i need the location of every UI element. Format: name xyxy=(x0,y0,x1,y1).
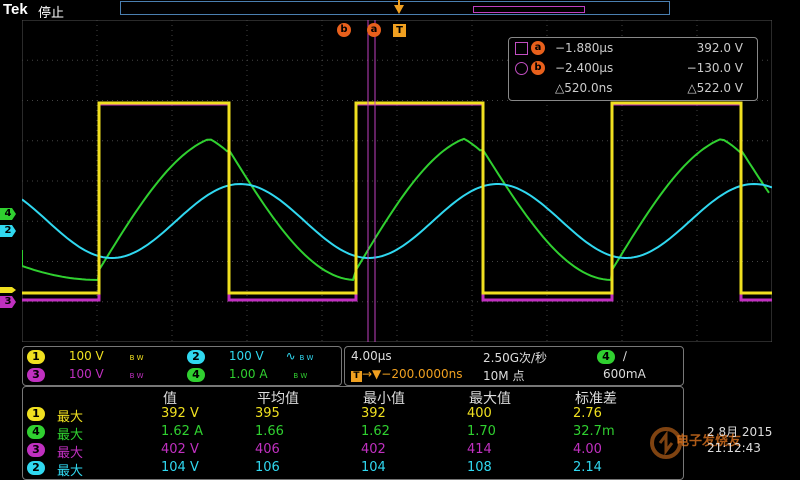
meas-cell: 402 xyxy=(361,442,386,457)
meas-cell: 4.00 xyxy=(573,442,602,457)
meas-label: 最大 xyxy=(57,446,84,461)
meas-ch-badge: 1 xyxy=(27,407,45,421)
ac-coupling-icon: ∿ xyxy=(285,349,296,363)
meas-cell: 395 xyxy=(255,406,280,421)
ch4-setting[interactable]: 4 1.00 A B W xyxy=(187,367,307,382)
cursor-delta-value: △522.0 V xyxy=(687,81,743,95)
cursor-a-badge: a xyxy=(531,41,545,55)
meas-cell: 402 V xyxy=(161,442,199,457)
ch2-scale: 100 V xyxy=(228,349,264,363)
cursor-delta-row: △520.0ns △522.0 V xyxy=(509,80,757,98)
meas-cell: 406 xyxy=(255,442,280,457)
circle-icon xyxy=(515,62,528,75)
trigger-position[interactable]: T →▼−200.0000ns xyxy=(351,367,462,382)
meas-cell: 1.62 A xyxy=(161,424,203,439)
sample-rate: 2.50G次/秒 xyxy=(483,351,548,365)
ch4-badge: 4 xyxy=(187,368,205,382)
trigger-arrow-icon xyxy=(394,0,404,14)
meas-cell: 392 xyxy=(361,406,386,421)
meas-cell: 104 V xyxy=(161,460,199,475)
ch3-bandwidth-icon: B W xyxy=(129,372,144,380)
meas-cell: 32.7m xyxy=(573,424,615,439)
meas-cell: 414 xyxy=(467,442,492,457)
trigger-position-value: →▼−200.0000ns xyxy=(362,367,463,381)
meas-label: 最大 xyxy=(57,410,84,425)
horizontal-trigger-panel: 4.00μs 2.50G次/秒 T →▼−200.0000ns 10M 点 4 ∕… xyxy=(344,346,684,386)
meas-cell: 104 xyxy=(361,460,386,475)
cursor-readout: a −1.880μs 392.0 V b −2.400μs −130.0 V △… xyxy=(508,37,758,101)
channel-settings-panel: 1 100 V B W 2 100 V ∿ B W 3 100 V B W 4 … xyxy=(22,346,342,386)
clock-date: 2 8月 2015 xyxy=(707,425,773,439)
cursor-a-value: 392.0 V xyxy=(696,41,743,55)
trigger-level[interactable]: 600mA xyxy=(603,367,646,381)
ch4-bandwidth-icon: B W xyxy=(293,372,308,380)
meas-ch-badge: 2 xyxy=(27,461,45,475)
col-header-mean: 平均值 xyxy=(257,391,299,407)
meas-cell: 2.76 xyxy=(573,406,602,421)
trigger-position-marker[interactable]: T xyxy=(393,24,406,37)
ch2-badge: 2 xyxy=(187,350,205,364)
meas-cell: 2.14 xyxy=(573,460,602,475)
cursor-delta-time: △520.0ns xyxy=(555,81,613,95)
time-per-div[interactable]: 4.00μs xyxy=(351,349,392,363)
record-length: 10M 点 xyxy=(483,369,525,383)
meas-label: 最大 xyxy=(57,428,84,443)
cursor-b-value: −130.0 V xyxy=(686,61,743,75)
brand-logo: Tek xyxy=(3,1,28,18)
cursor-b-time: −2.400μs xyxy=(555,61,614,75)
trigger-source[interactable]: 4 ∕ xyxy=(597,349,627,364)
ch1-ground-marker[interactable] xyxy=(0,287,16,293)
meas-label: 最大 xyxy=(57,464,84,479)
waveform-ch4 xyxy=(22,137,770,282)
ch2-setting[interactable]: 2 100 V ∿ B W xyxy=(187,349,313,364)
meas-ch-badge: 4 xyxy=(27,425,45,439)
ch1-scale: 100 V xyxy=(68,349,104,363)
ch3-scale: 100 V xyxy=(68,367,104,381)
ch2-bandwidth-icon: B W xyxy=(299,354,314,362)
run-state[interactable]: 停止 xyxy=(38,2,64,21)
meas-ch-badge: 3 xyxy=(27,443,45,457)
measurement-table: 值 平均值 最小值 最大值 标准差 1 最大 392 V 395 392 400 2.76 4… xyxy=(22,386,684,480)
col-header-min: 最小值 xyxy=(363,391,405,407)
ch1-setting[interactable]: 1 100 V B W xyxy=(27,349,144,364)
col-header-max: 最大值 xyxy=(469,391,511,407)
meas-cell: 400 xyxy=(467,406,492,421)
ch2-ground-marker[interactable]: 2 xyxy=(0,225,16,237)
meas-cell: 1.62 xyxy=(361,424,390,439)
ch3-setting[interactable]: 3 100 V B W xyxy=(27,367,144,382)
square-icon xyxy=(515,42,528,55)
col-header-value: 值 xyxy=(163,391,177,407)
meas-cell: 1.70 xyxy=(467,424,496,439)
cursor-a-marker[interactable]: a xyxy=(367,23,381,37)
ch1-badge: 1 xyxy=(27,350,45,364)
meas-cell: 1.66 xyxy=(255,424,284,439)
meas-cell: 108 xyxy=(467,460,492,475)
meas-cell: 392 V xyxy=(161,406,199,421)
trigger-t-icon: T xyxy=(351,371,362,382)
col-header-stddev: 标准差 xyxy=(575,391,617,407)
waveform-ch1 xyxy=(22,101,772,295)
clock-time: 21:12:43 xyxy=(707,441,761,455)
trigger-slope-icon: ∕ xyxy=(622,349,627,363)
meas-cell: 106 xyxy=(255,460,280,475)
ch1-bandwidth-icon: B W xyxy=(129,354,144,362)
ch3-badge: 3 xyxy=(27,368,45,382)
cursor-a-row: a −1.880μs 392.0 V xyxy=(509,40,757,58)
clock: 2 8月 2015 21:12:43 xyxy=(707,424,772,456)
cursor-b-marker[interactable]: b xyxy=(337,23,351,37)
cursor-b-badge: b xyxy=(531,61,545,75)
cursor-b-row: b −2.400μs −130.0 V xyxy=(509,60,757,78)
record-view-window[interactable] xyxy=(473,6,585,13)
trigger-source-badge: 4 xyxy=(597,350,615,364)
ch3-ground-marker[interactable]: 3 xyxy=(0,296,16,308)
ch4-scale: 1.00 A xyxy=(228,367,268,381)
cursor-a-time: −1.880μs xyxy=(555,41,614,55)
ch4-ground-marker[interactable]: 4 xyxy=(0,208,16,220)
